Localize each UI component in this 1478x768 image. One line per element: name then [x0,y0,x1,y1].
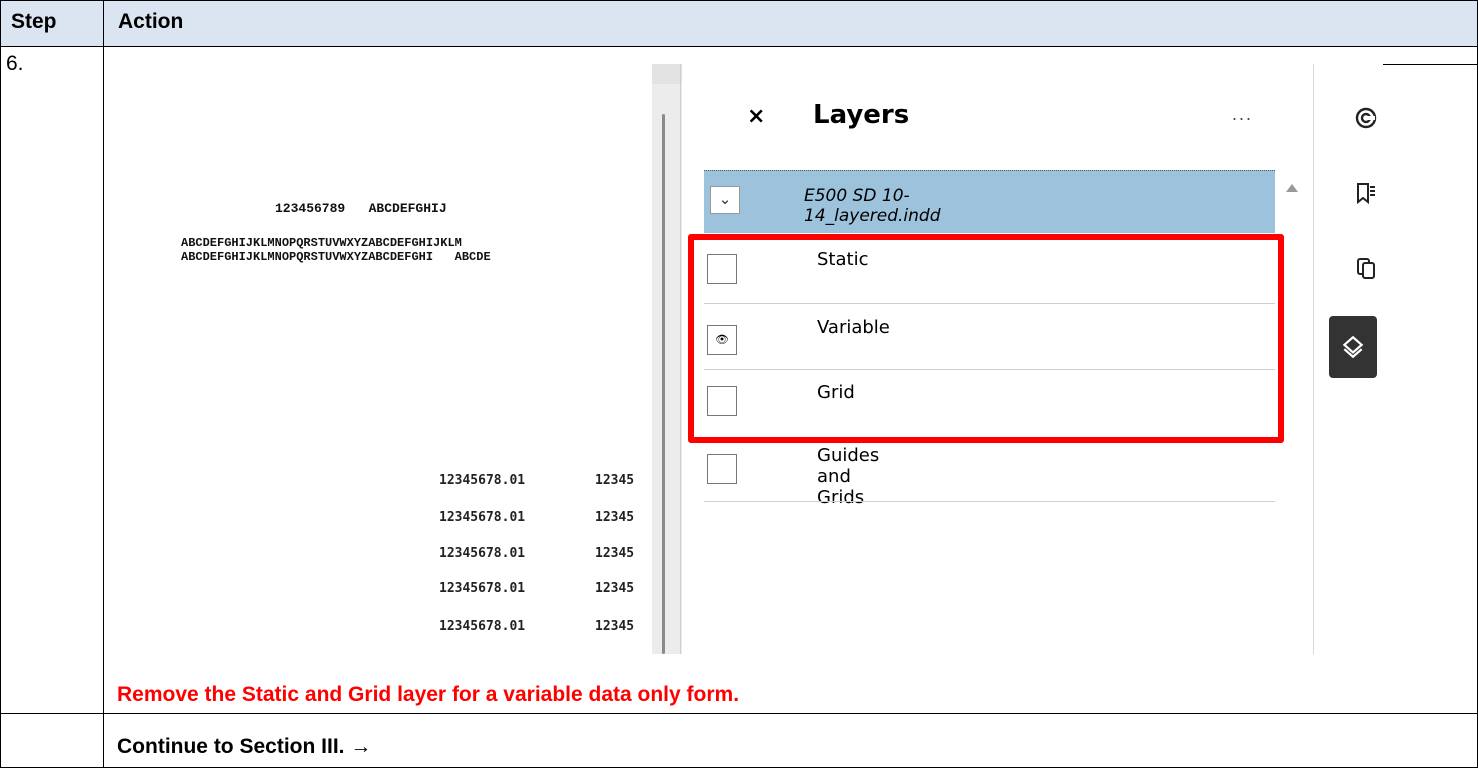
pages-icon[interactable] [1348,250,1384,286]
scroll-up-icon[interactable] [1286,184,1298,192]
header-step: Step [11,10,57,33]
table-header: Step Action [0,0,1478,47]
screenshot-top-border [1383,64,1477,65]
scrollbar-top [652,64,682,84]
highlight-box [688,234,1284,443]
instruction-note: Remove the Static and Grid layer for a v… [117,683,740,706]
row-divider [0,713,1478,714]
table-border-left [0,0,1,768]
panel-title: Layers [813,100,910,130]
instruction-table: Step Action 6. 123456789 ABCDEFGHIJ ABCD… [0,0,1478,768]
comment-icon[interactable] [1348,100,1384,136]
doc-amount: 12345678.01 [439,619,526,634]
document-name: E500 SD 10-14_layered.indd [804,186,941,226]
doc-line-2: ABCDEFGHIJKLMNOPQRSTUVWXYZABCDEFGHIJKLM [181,236,462,250]
doc-trail: 12345 [595,510,635,525]
doc-trail: 12345 [595,619,635,634]
pane-splitter[interactable] [652,64,682,654]
pane-divider-line [680,64,681,654]
doc-amount: 12345678.01 [439,473,526,488]
visibility-toggle-guides[interactable] [707,454,737,484]
doc-line-3: ABCDEFGHIJKLMNOPQRSTUVWXYZABCDEFGHI ABCD… [181,250,491,264]
chevron-down-icon[interactable]: ⌄ [710,186,740,214]
continue-link: Continue to Section III. → [117,735,372,758]
document-row[interactable] [704,170,1275,233]
close-icon[interactable]: × [747,104,765,129]
panel-scroll-rail [1313,64,1314,654]
doc-line-1: 123456789 ABCDEFGHIJ [275,201,447,216]
doc-trail: 12345 [595,581,635,596]
document-scrollbar[interactable] [662,114,665,654]
layer-name-guides-and-grids[interactable]: Guides and Grids [817,445,879,508]
header-action: Action [118,10,184,33]
bookmarks-icon[interactable] [1348,175,1384,211]
doc-amount: 12345678.01 [439,546,526,561]
doc-trail: 12345 [595,473,635,488]
column-divider [103,0,104,768]
doc-amount: 12345678.01 [439,581,526,596]
layer-separator [704,501,1275,502]
layers-icon[interactable] [1329,316,1377,378]
more-options-icon[interactable]: ... [1232,104,1253,125]
doc-trail: 12345 [595,546,635,561]
doc-amount: 12345678.01 [439,510,526,525]
step-number: 6. [6,52,24,75]
